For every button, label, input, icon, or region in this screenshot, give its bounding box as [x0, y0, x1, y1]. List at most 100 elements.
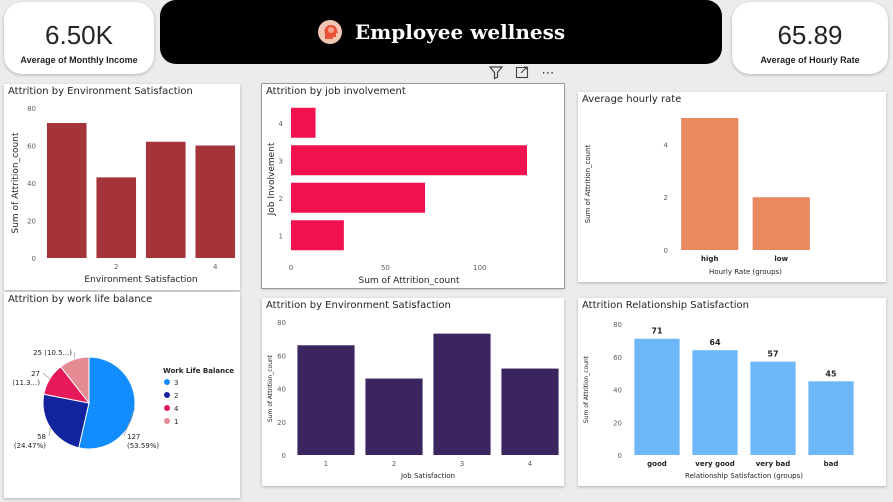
- visual-toolbar: ⋯: [486, 64, 558, 84]
- chart-title: Attrition by Environment Satisfaction: [8, 86, 193, 97]
- kpi-label: Average of Hourly Rate: [760, 55, 860, 65]
- page-title: Employee wellness: [354, 20, 566, 44]
- chart-hourly-rate: 0 2 4 high low Hourly Rate (groups) Sum of Att…: [584, 118, 810, 276]
- kpi-value: 6.50K: [45, 20, 113, 50]
- y-tick-label: 20: [27, 218, 36, 226]
- y-tick-label: 2: [664, 194, 668, 202]
- leader-line: [73, 351, 76, 360]
- panel-job-involvement[interactable]: Attrition by job involvement 4 3 2 1 0 50 100 S…: [261, 83, 565, 289]
- x-tick-label: high: [701, 255, 718, 263]
- y-tick-label: 40: [277, 386, 286, 394]
- leader-line: [48, 428, 51, 437]
- y-tick-label: 40: [27, 180, 36, 188]
- x-tick-label: 3: [460, 460, 464, 468]
- y-axis-label: Job Involvement: [267, 142, 277, 216]
- y-axis-label: Sum of Attrition_count: [584, 144, 592, 223]
- bar-2: [365, 378, 423, 455]
- leader-line: [42, 372, 50, 380]
- x-axis-label: Relationship Satisfaction (groups): [685, 472, 803, 480]
- y-tick-label: 60: [613, 354, 622, 362]
- data-label: 27: [31, 370, 40, 378]
- chart-job-satisfaction: 0 20 40 60 80 1 2 3 4 Job Satisfaction Sum of Attr…: [267, 319, 559, 480]
- kpi-label: Average of Monthly Income: [20, 55, 138, 65]
- y-tick-label: 1: [279, 232, 283, 240]
- x-tick-label: 0: [289, 264, 293, 272]
- y-tick-label: 0: [618, 452, 622, 460]
- legend-marker: [164, 379, 170, 385]
- data-label: 71: [651, 327, 663, 336]
- chart-title: Attrition Relationship Satisfaction: [582, 300, 749, 311]
- x-axis-label: Sum of Attrition_count: [359, 276, 460, 286]
- data-label: 25 (10.5...): [33, 349, 72, 357]
- panel-relationship-satisfaction[interactable]: Attrition Relationship Satisfaction 0 20 4…: [578, 298, 886, 486]
- x-tick-label: good: [647, 460, 667, 468]
- y-tick-label: 0: [282, 452, 286, 460]
- x-axis-label: Environment Satisfaction: [84, 275, 197, 285]
- x-tick-label: 1: [324, 460, 328, 468]
- chart-title: Average hourly rate: [582, 94, 682, 105]
- chart-job-involvement: 4 3 2 1 0 50 100 Sum of Attrition_count Job Invo…: [267, 107, 527, 286]
- x-axis-label: Job Satisfaction: [400, 472, 455, 480]
- data-label-percent: (11.3...): [12, 379, 40, 387]
- bar-job-4: [291, 107, 316, 138]
- more-options-icon[interactable]: ⋯: [538, 64, 558, 84]
- chart-work-life-balance: 127(53.59%) 58(24.47%) 27(11.3...) 25 (10.5…: [12, 349, 234, 450]
- kpi-card-hourly-rate[interactable]: 65.89 Average of Hourly Rate: [732, 2, 888, 74]
- bar-3: [433, 333, 491, 455]
- legend-item-label: 2: [174, 392, 178, 400]
- filter-icon[interactable]: [486, 64, 506, 84]
- x-tick-label: 100: [473, 264, 486, 272]
- x-tick-label: very good: [695, 460, 734, 468]
- legend-item-label: 3: [174, 379, 178, 387]
- bar-2: [96, 177, 137, 258]
- chart-env-satisfaction: 0 20 40 60 80 2 4 Environment Satisfaction Sum o…: [11, 105, 236, 285]
- head-brain-icon: [317, 20, 342, 44]
- data-label: 45: [825, 369, 837, 378]
- bar-low: [752, 197, 810, 250]
- y-tick-label: 4: [279, 120, 284, 128]
- bar-very good: [692, 350, 738, 455]
- bar-4: [195, 145, 236, 258]
- data-label-percent: (53.59%): [127, 442, 159, 450]
- y-axis-label: Sum of Attrition_count: [267, 354, 274, 422]
- bar-1: [46, 123, 87, 258]
- x-tick-label: 2: [114, 263, 118, 271]
- y-tick-label: 60: [277, 352, 286, 360]
- data-label: 58: [37, 433, 46, 441]
- data-label: 64: [709, 338, 721, 347]
- x-tick-label: low: [774, 255, 788, 263]
- data-label: 57: [767, 350, 778, 359]
- y-tick-label: 20: [277, 419, 286, 427]
- x-tick-label: bad: [824, 460, 839, 468]
- data-label-percent: (24.47%): [14, 442, 46, 450]
- x-axis-label: Hourly Rate (groups): [709, 268, 782, 276]
- y-tick-label: 4: [664, 141, 669, 149]
- bar-good: [634, 338, 680, 455]
- y-tick-label: 0: [32, 255, 36, 263]
- bar-very bad: [750, 361, 796, 455]
- panel-work-life-balance[interactable]: Attrition by work life balance 127 (53.59…: [4, 292, 240, 498]
- x-tick-label: 4: [528, 460, 533, 468]
- y-axis-label: Sum of Attrition_count: [583, 355, 590, 423]
- legend-item-label: 4: [174, 405, 179, 413]
- kpi-card-monthly-income[interactable]: 6.50K Average of Monthly Income: [4, 2, 154, 74]
- chart-title: Attrition by Environment Satisfaction: [266, 300, 451, 311]
- chart-title: Attrition by work life balance: [8, 294, 153, 305]
- panel-hourly-rate[interactable]: Average hourly rate 0 2 4 high low Hourly Rat…: [578, 92, 886, 282]
- y-tick-label: 20: [613, 419, 622, 427]
- y-tick-label: 3: [279, 157, 283, 165]
- y-tick-label: 2: [279, 195, 283, 203]
- x-tick-label: 2: [392, 460, 396, 468]
- x-tick-label: very bad: [756, 460, 791, 468]
- y-axis-label: Sum of Attrition_count: [11, 132, 21, 233]
- y-tick-label: 80: [613, 321, 622, 329]
- y-tick-label: 0: [664, 247, 668, 255]
- chart-title: Attrition by job involvement: [266, 86, 406, 97]
- panel-job-satisfaction[interactable]: Attrition by Environment Satisfaction 0 2…: [262, 298, 564, 486]
- focus-mode-icon[interactable]: [512, 64, 532, 84]
- y-tick-label: 80: [27, 105, 36, 113]
- legend-title: Work Life Balance: [163, 367, 234, 375]
- panel-env-satisfaction[interactable]: Attrition by Environment Satisfaction 0 2…: [4, 84, 240, 290]
- bar-4: [501, 368, 559, 455]
- bar-3: [145, 141, 186, 258]
